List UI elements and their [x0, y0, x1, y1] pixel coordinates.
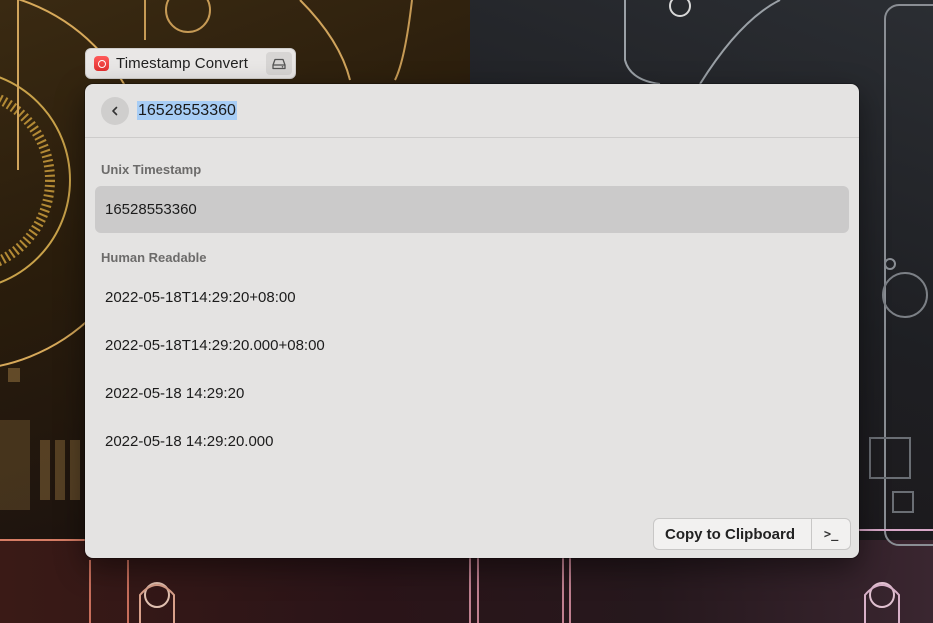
action-bar: Copy to Clipboard >_ [653, 518, 851, 550]
list-item-label: 2022-05-18 14:29:20 [105, 385, 245, 402]
drive-button[interactable] [266, 52, 292, 75]
section-header-human-readable: Human Readable [101, 250, 207, 265]
section-header-unix-timestamp: Unix Timestamp [101, 162, 202, 177]
list-item-iso-offset[interactable]: 2022-05-18T14:29:20+08:00 [95, 274, 849, 321]
list-item-datetime[interactable]: 2022-05-18 14:29:20 [95, 370, 849, 417]
list-item-iso-offset-ms[interactable]: 2022-05-18T14:29:20.000+08:00 [95, 322, 849, 369]
extension-title-bar: Timestamp Convert [85, 48, 296, 79]
list-item-label: 2022-05-18T14:29:20+08:00 [105, 289, 296, 306]
list-item-label: 16528553360 [105, 201, 197, 218]
copy-to-clipboard-button[interactable]: Copy to Clipboard [654, 526, 811, 543]
drive-icon [272, 58, 286, 69]
timestamp-app-icon [94, 56, 109, 71]
list-item-unix-timestamp[interactable]: 16528553360 [95, 186, 849, 233]
command-panel: 16528553360 Unix Timestamp 16528553360 H… [85, 84, 859, 558]
search-bar: 16528553360 [85, 84, 859, 138]
list-item-label: 2022-05-18T14:29:20.000+08:00 [105, 337, 325, 354]
list-item-label: 2022-05-18 14:29:20.000 [105, 433, 274, 450]
chevron-left-icon [112, 106, 118, 116]
list-item-datetime-ms[interactable]: 2022-05-18 14:29:20.000 [95, 418, 849, 465]
back-button[interactable] [101, 97, 129, 125]
search-input[interactable]: 16528553360 [137, 101, 237, 120]
extension-title: Timestamp Convert [116, 55, 249, 72]
terminal-actions-button[interactable]: >_ [812, 527, 850, 541]
